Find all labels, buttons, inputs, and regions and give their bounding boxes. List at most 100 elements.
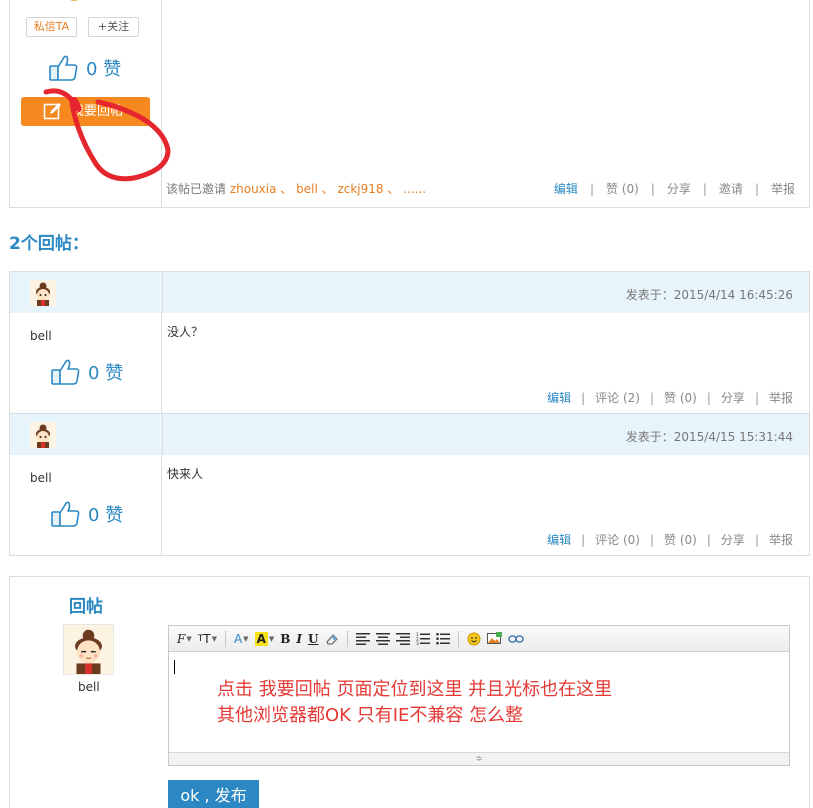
toolbar-divider <box>346 630 348 647</box>
reply-actions: 编辑 | 评论 (0) | 赞 (0) | 分享 | 举报 <box>547 531 793 548</box>
private-message-button[interactable]: 私信TA <box>26 17 77 37</box>
separator: | <box>650 533 655 547</box>
italic-icon[interactable]: I <box>296 630 302 648</box>
underline-icon[interactable]: U <box>308 630 318 648</box>
like-count: 0 赞 <box>86 59 122 80</box>
separator: | <box>754 391 759 405</box>
invited-user[interactable]: zhouxia <box>230 182 277 196</box>
thumbs-up-icon[interactable] <box>48 53 79 83</box>
post-timestamp: 发表于：2015/4/15 15:31:44 <box>625 430 793 444</box>
reply-post: 发表于：2015/4/15 15:31:44 bell 0 赞 快来人 编辑 | 评… <box>9 413 810 556</box>
username[interactable]: bell <box>30 329 52 343</box>
invite-separator: 、 <box>383 182 400 196</box>
ordered-list-icon[interactable]: 123 <box>416 630 430 648</box>
post-timestamp: 发表于：2015/4/14 16:45:26 <box>625 288 793 302</box>
report-link[interactable]: 举报 <box>771 180 795 197</box>
invited-user[interactable]: zckj918 <box>337 182 383 196</box>
annotation-line: 其他浏览器都OK 只有IE不兼容 怎么整 <box>217 705 524 726</box>
reply-form-title: 回帖 <box>69 597 103 617</box>
font-size-icon[interactable]: T T ▼ <box>198 630 217 648</box>
reply-button-label: 我要回帖 <box>71 104 124 119</box>
follow-button[interactable]: +关注 <box>88 17 139 37</box>
reply-form: 回帖 bell F ▼ T T ▼ A ▼ A ▼ B I U 1 2 3 点击… <box>9 576 810 808</box>
separator: | <box>702 182 707 196</box>
like-link[interactable]: 赞 (0) <box>664 533 697 547</box>
emoji-icon[interactable] <box>467 630 481 648</box>
reply-post-button[interactable]: 我要回帖 <box>21 97 150 126</box>
like-widget[interactable]: 0 赞 <box>48 53 121 83</box>
highlight-color-icon[interactable]: A ▼ <box>254 630 274 648</box>
separator: | <box>650 182 655 196</box>
reply-post: 发表于：2015/4/14 16:45:26 bell 0 赞 没人？ 编辑 | 评… <box>9 271 810 414</box>
annotation-line: 点击 我要回帖 页面定位到这里 并且光标也在这里 <box>217 679 613 700</box>
clear-format-icon[interactable] <box>325 630 339 648</box>
report-link[interactable]: 举报 <box>769 533 793 547</box>
avatar[interactable] <box>30 422 56 448</box>
avatar[interactable] <box>30 280 56 306</box>
edit-icon <box>43 103 61 120</box>
like-widget[interactable]: 0 赞 <box>50 357 123 387</box>
share-link[interactable]: 分享 <box>721 391 745 405</box>
bold-icon[interactable]: B <box>280 630 290 648</box>
like-count: 0 赞 <box>88 505 124 526</box>
editor-content-area[interactable]: 点击 我要回帖 页面定位到这里 并且光标也在这里 其他浏览器都OK 只有IE不兼… <box>169 652 789 752</box>
separator: | <box>650 391 655 405</box>
author-panel: bell 0 赞 <box>10 455 162 556</box>
font-family-icon[interactable]: F ▼ <box>177 630 192 648</box>
author-panel: bell 0 赞 <box>10 313 162 414</box>
thumbs-up-icon[interactable] <box>50 357 81 387</box>
reply-content: 没人？ <box>167 325 204 339</box>
separator: | <box>754 533 759 547</box>
avatar[interactable] <box>63 624 114 675</box>
like-widget[interactable]: 0 赞 <box>50 499 123 529</box>
post-actions: 编辑 | 赞 (0) | 分享 | 邀请 | 举报 <box>554 180 795 197</box>
report-link[interactable]: 举报 <box>769 391 793 405</box>
author-panel: 私信TA +关注 0 赞 我要回帖 <box>10 0 162 207</box>
reply-actions: 编辑 | 评论 (2) | 赞 (0) | 分享 | 举报 <box>547 389 793 406</box>
resize-handle-icon[interactable]: ≑ <box>169 752 789 765</box>
image-icon[interactable] <box>486 630 502 648</box>
thumbs-up-icon[interactable] <box>50 499 81 529</box>
edit-link[interactable]: 编辑 <box>554 180 578 197</box>
invite-link[interactable]: 邀请 <box>719 180 743 197</box>
like-link[interactable]: 赞 (0) <box>606 180 639 197</box>
share-link[interactable]: 分享 <box>667 180 691 197</box>
align-right-icon[interactable] <box>395 630 410 648</box>
edit-link[interactable]: 编辑 <box>547 533 571 547</box>
reply-content: 快来人 <box>167 467 204 481</box>
username[interactable]: bell <box>30 471 52 485</box>
invited-more[interactable]: ...... <box>403 182 426 196</box>
reply-header: 发表于：2015/4/14 16:45:26 <box>10 272 809 313</box>
unordered-list-icon[interactable] <box>435 630 450 648</box>
submit-button[interactable]: ok , 发布 <box>168 780 259 808</box>
top-post: 私信TA +关注 0 赞 我要回帖 该帖已邀请 zhouxia 、 bell 、… <box>9 0 810 208</box>
toolbar-divider <box>224 630 226 647</box>
editor-toolbar: F ▼ T T ▼ A ▼ A ▼ B I U 123 <box>169 626 789 652</box>
like-link[interactable]: 赞 (0) <box>664 391 697 405</box>
replies-title: 2个回帖： <box>9 234 89 254</box>
link-icon[interactable] <box>507 630 524 648</box>
separator: | <box>581 533 586 547</box>
align-center-icon[interactable] <box>375 630 390 648</box>
invite-separator: 、 <box>317 182 334 196</box>
separator: | <box>589 182 594 196</box>
separator: | <box>754 182 759 196</box>
align-left-icon[interactable] <box>355 630 370 648</box>
invite-prefix: 该帖已邀请 <box>166 182 230 196</box>
comment-link[interactable]: 评论 (0) <box>595 533 640 547</box>
font-color-icon[interactable]: A ▼ <box>234 630 249 648</box>
invited-user[interactable]: bell <box>296 182 318 196</box>
toolbar-divider <box>457 630 459 647</box>
separator: | <box>706 533 711 547</box>
text-cursor <box>174 660 175 674</box>
comment-link[interactable]: 评论 (2) <box>595 391 640 405</box>
like-count: 0 赞 <box>88 363 124 384</box>
avatar <box>69 0 79 1</box>
invite-separator: 、 <box>276 182 293 196</box>
rich-text-editor[interactable]: F ▼ T T ▼ A ▼ A ▼ B I U 123 点击 我要回帖 页面定位… <box>168 625 790 766</box>
reply-header: 发表于：2015/4/15 15:31:44 <box>10 414 809 455</box>
share-link[interactable]: 分享 <box>721 533 745 547</box>
separator: | <box>581 391 586 405</box>
current-username: bell <box>78 680 100 694</box>
edit-link[interactable]: 编辑 <box>547 391 571 405</box>
